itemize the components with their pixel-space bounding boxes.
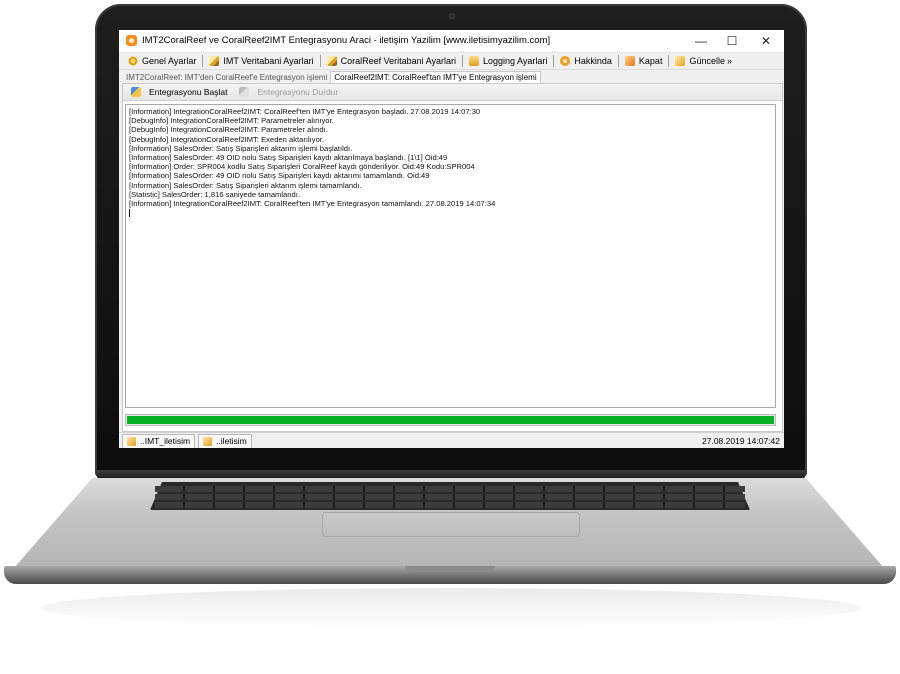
pencil-icon [209, 56, 220, 66]
menu-separator [202, 55, 204, 67]
log-line: [Information] IntegrationCoralReef2IMT: … [129, 199, 496, 209]
exit-icon [624, 56, 635, 66]
log-icon [469, 56, 479, 66]
close-button[interactable]: ✕ [751, 32, 781, 50]
text-caret [129, 209, 130, 218]
menu-label: Logging Ayarlari [483, 56, 548, 66]
title-bar: IMT2CoralReef ve CoralReef2IMT Entegrasy… [119, 30, 784, 53]
gear-icon [128, 56, 138, 66]
progress-bar [125, 414, 776, 426]
menu-separator [319, 55, 321, 67]
progress-fill [127, 416, 774, 424]
overflow-chevron-icon[interactable]: » [727, 56, 732, 66]
pencil-icon [326, 56, 337, 66]
menu-kapat[interactable]: Kapat [620, 54, 668, 68]
status-item-iletisim[interactable]: ..iletisim [198, 433, 252, 448]
keyboard-row [155, 502, 745, 508]
menu-separator [462, 55, 463, 67]
tab-strip: IMT2CoralReef: IMT'den CoralReef'e Enteg… [119, 70, 784, 84]
minimize-button[interactable]: — [686, 32, 716, 50]
log-line: [Statistic] SalesOrder: 1,816 saniyede t… [129, 189, 300, 199]
menu-label: Genel Ayarlar [142, 56, 197, 66]
log-line: [Information] SalesOrder: Satış Siparişl… [129, 143, 353, 153]
status-timestamp: 27.08.2019 14:07:42 [702, 436, 780, 446]
keyboard-row [155, 494, 745, 500]
status-item-label: ..IMT_iletisim [140, 436, 191, 446]
log-line: [Information] SalesOrder: Satış Siparişl… [129, 180, 362, 190]
menu-label: Kapat [638, 56, 663, 66]
database-icon [127, 436, 136, 446]
menu-label: IMT Veritabani Ayarlari [223, 56, 314, 66]
database-icon [203, 436, 213, 446]
menu-label: Hakkinda [574, 56, 612, 66]
menu-label: CoralReef Veritabani Ayarlari [340, 56, 456, 66]
status-item-imt[interactable]: ..IMT_iletisim [122, 433, 196, 448]
panel-toolbar: Entegrasyonu Başlat Entegrasyonu Durdur [123, 84, 782, 101]
laptop-notch [405, 566, 495, 572]
menu-label: Güncelle [689, 56, 725, 66]
update-icon [675, 56, 686, 66]
floor-reflection [40, 588, 860, 628]
menu-coralreef-veritabani-ayarlari[interactable]: CoralReef Veritabani Ayarlari [322, 54, 461, 68]
keyboard-row [155, 486, 745, 492]
menu-bar: Genel Ayarlar IMT Veritabani Ayarlari Co… [119, 53, 784, 70]
log-line: [DebugInfo] IntegrationCoralReef2IMT: Pa… [129, 125, 328, 135]
menu-hakkinda[interactable]: Hakkinda [555, 54, 617, 68]
menu-imt-veritabani-ayarlari[interactable]: IMT Veritabani Ayarlari [204, 54, 318, 68]
maximize-button[interactable]: ☐ [717, 32, 747, 50]
stop-icon [239, 87, 250, 97]
menu-separator [617, 55, 619, 67]
info-icon [560, 56, 571, 66]
trackpad [322, 512, 580, 537]
integration-panel: Entegrasyonu Başlat Entegrasyonu Durdur … [122, 83, 783, 432]
app-window: IMT2CoralReef ve CoralReef2IMT Entegrasy… [119, 30, 784, 448]
menu-guncelle[interactable]: Güncelle » [670, 54, 737, 68]
menu-logging-ayarlari[interactable]: Logging Ayarlari [464, 54, 552, 68]
log-line: [Information] IntegrationCoralReef2IMT: … [129, 107, 481, 116]
log-line: [Information] SalesOrder: 49 OID nolu Sa… [129, 171, 430, 181]
start-icon [131, 87, 141, 97]
status-bar: ..IMT_iletisim ..iletisim 27.08.2019 14:… [119, 432, 784, 448]
log-line: [DebugInfo] IntegrationCoralReef2IMT: Pa… [129, 116, 334, 126]
status-item-label: ..iletisim [216, 436, 247, 446]
log-textarea[interactable]: [Information] IntegrationCoralReef2IMT: … [125, 104, 776, 408]
menu-genel-ayarlar[interactable]: Genel Ayarlar [123, 54, 201, 68]
stop-label: Entegrasyonu Durdur [257, 87, 339, 97]
app-icon [126, 35, 137, 46]
log-line: [Information] Order: SPR004 kodlu Satış … [129, 162, 475, 172]
log-line: [DebugInfo] IntegrationCoralReef2IMT: Ex… [129, 134, 325, 144]
stop-integration-button[interactable]: Entegrasyonu Durdur [233, 85, 344, 99]
log-line: [Information] SalesOrder: 49 OID nolu Sa… [129, 153, 448, 163]
start-integration-button[interactable]: Entegrasyonu Başlat [125, 85, 233, 99]
window-title: IMT2CoralReef ve CoralReef2IMT Entegrasy… [142, 35, 551, 46]
webcam [449, 13, 455, 19]
menu-separator [553, 55, 555, 67]
menu-separator [668, 55, 670, 67]
start-label: Entegrasyonu Başlat [149, 87, 228, 97]
